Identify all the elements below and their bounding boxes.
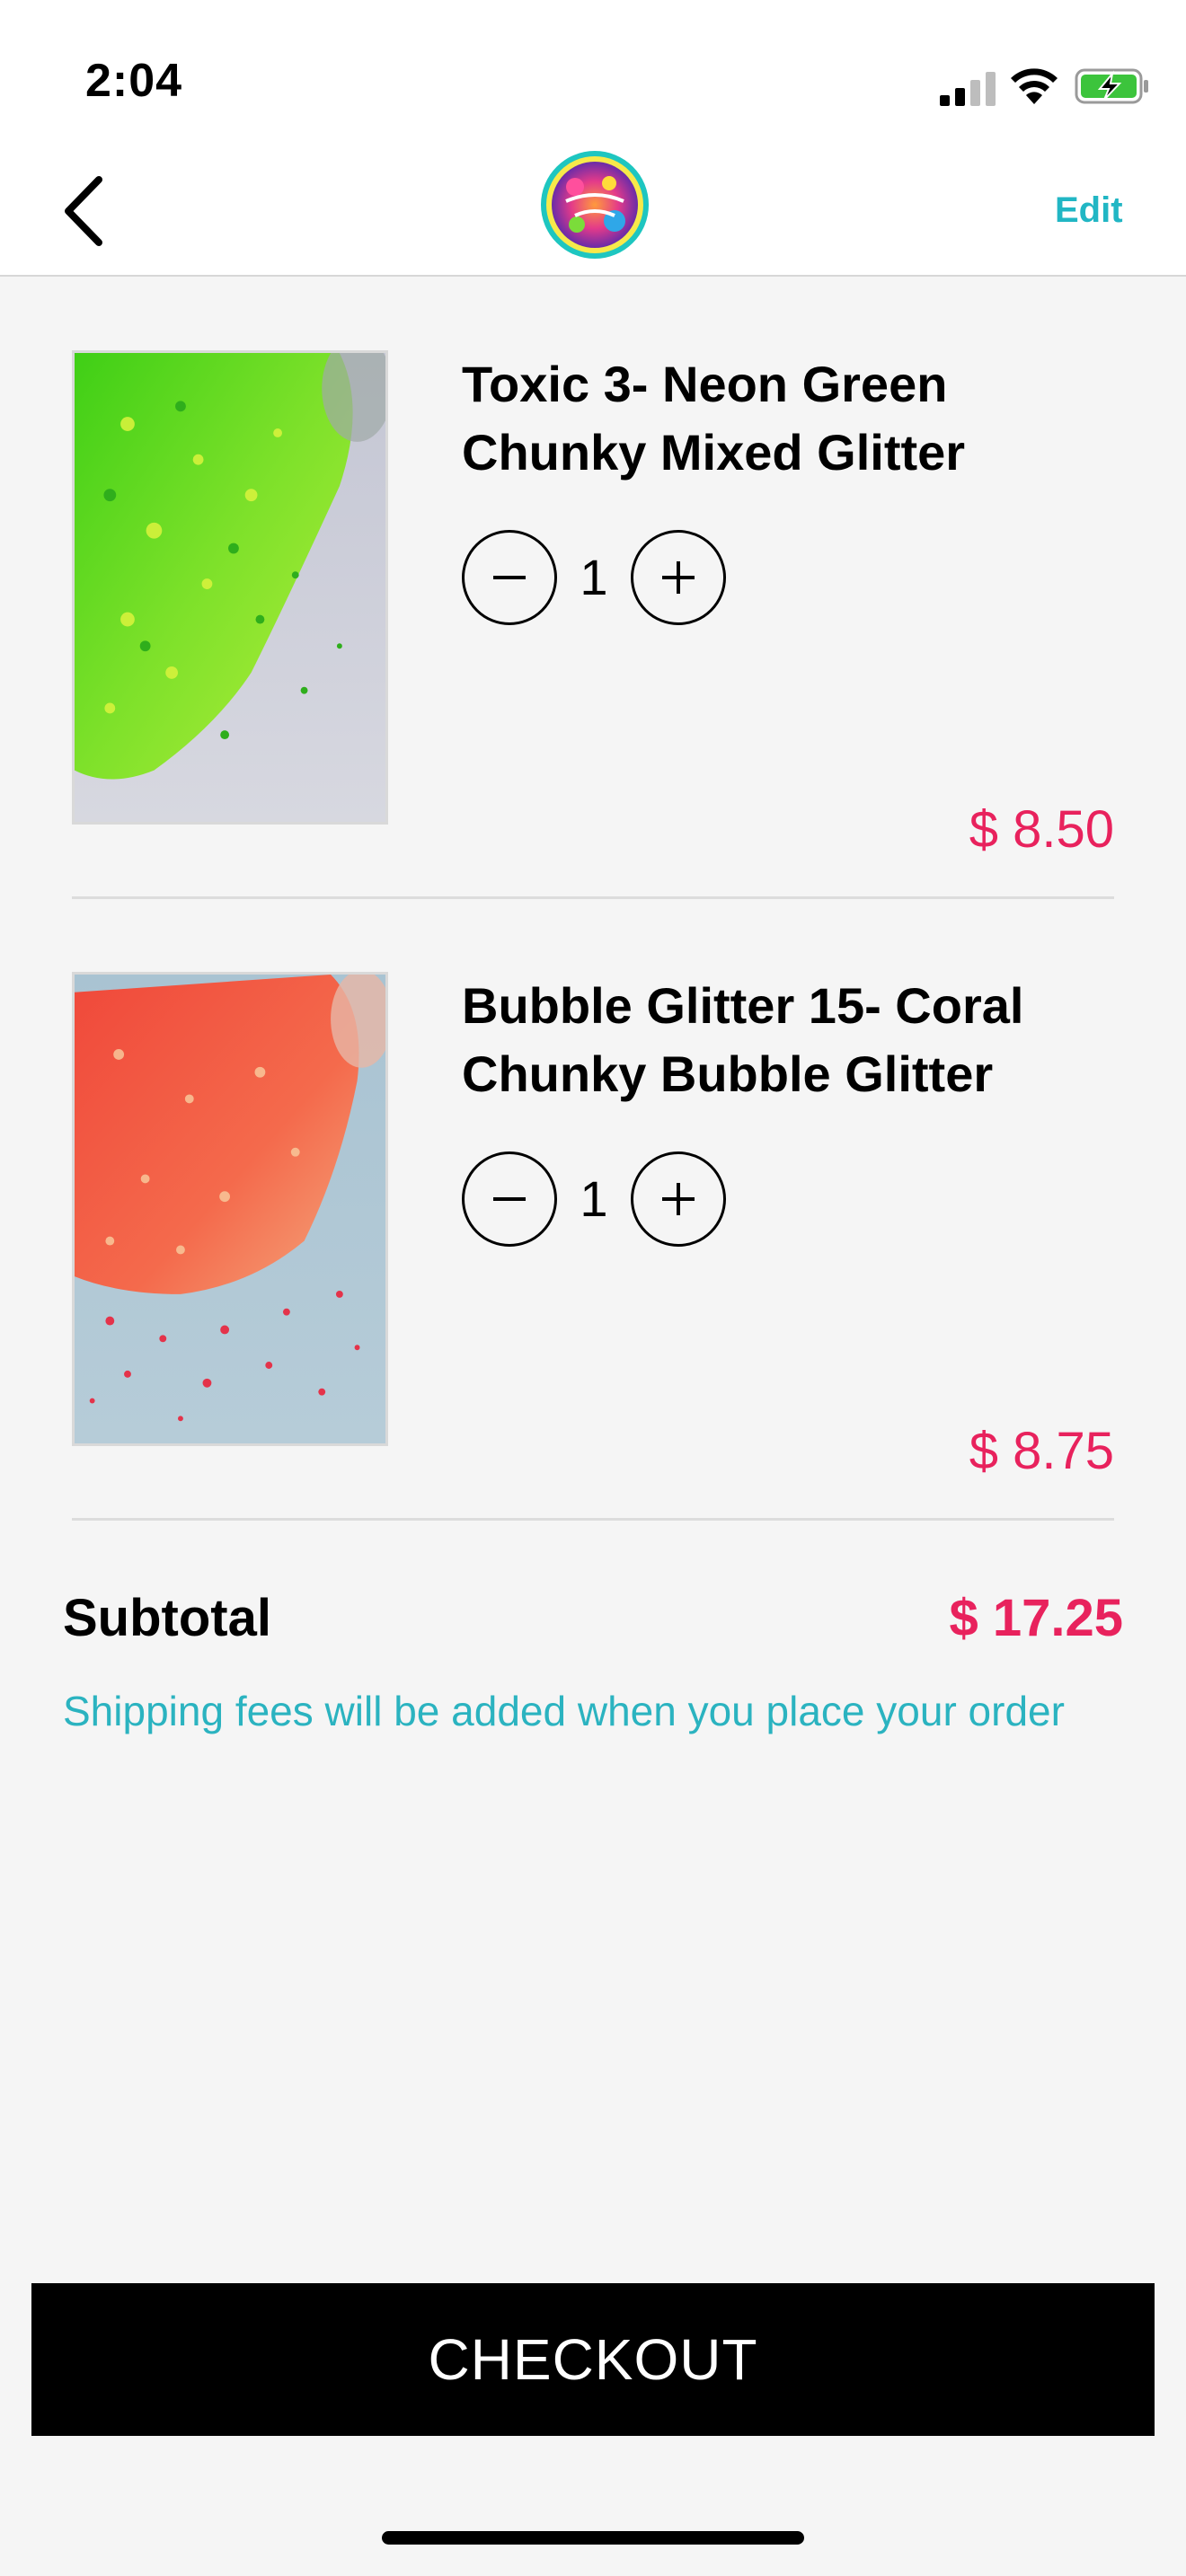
cellular-signal-icon xyxy=(940,72,996,106)
product-title-line: Bubble Glitter 15- Coral xyxy=(462,977,1024,1034)
decrease-quantity-button[interactable] xyxy=(462,1151,557,1247)
wifi-icon xyxy=(1011,68,1058,104)
store-logo[interactable] xyxy=(539,149,651,260)
status-bar: 2:04 xyxy=(0,0,1186,144)
minus-icon xyxy=(493,1197,526,1201)
status-time: 2:04 xyxy=(85,55,183,107)
quantity-value: 1 xyxy=(580,1170,608,1227)
item-price: $ 8.75 xyxy=(969,1422,1114,1480)
decrease-quantity-button[interactable] xyxy=(462,530,557,625)
increase-quantity-button[interactable] xyxy=(631,530,726,625)
nav-bar: Edit xyxy=(0,144,1186,277)
checkout-button[interactable]: CHECKOUT xyxy=(31,2283,1155,2436)
subtotal-label: Subtotal xyxy=(63,1589,271,1647)
product-thumbnail[interactable] xyxy=(72,350,388,825)
shipping-note: Shipping fees will be added when you pla… xyxy=(63,1688,1065,1734)
battery-charging-icon xyxy=(1075,68,1148,104)
product-thumbnail[interactable] xyxy=(72,972,388,1446)
quantity-stepper: 1 xyxy=(462,1151,749,1247)
increase-quantity-button[interactable] xyxy=(631,1151,726,1247)
back-chevron-icon[interactable] xyxy=(56,171,110,251)
plus-icon xyxy=(662,561,695,594)
quantity-value: 1 xyxy=(580,549,608,605)
product-title[interactable]: Toxic 3- Neon Green Chunky Mixed Glitter xyxy=(462,350,1091,487)
cart-item: Bubble Glitter 15- Coral Chunky Bubble G… xyxy=(72,972,1114,1521)
cart-item: Toxic 3- Neon Green Chunky Mixed Glitter… xyxy=(72,350,1114,899)
product-title-line: Chunky Bubble Glitter xyxy=(462,1045,994,1102)
edit-button[interactable]: Edit xyxy=(1055,190,1123,231)
cart-screen: 2:04 Edit Toxic 3- Neon Green Chunky Mix… xyxy=(0,0,1186,2576)
home-indicator xyxy=(382,2531,804,2545)
product-title-line: Toxic 3- Neon Green xyxy=(462,356,948,412)
minus-icon xyxy=(493,576,526,579)
product-title-line: Chunky Mixed Glitter xyxy=(462,424,966,481)
item-price: $ 8.50 xyxy=(969,800,1114,859)
plus-icon xyxy=(662,1183,695,1215)
quantity-stepper: 1 xyxy=(462,530,749,625)
product-title[interactable]: Bubble Glitter 15- Coral Chunky Bubble G… xyxy=(462,972,1091,1108)
divider xyxy=(72,896,1114,899)
divider xyxy=(72,1518,1114,1521)
subtotal-value: $ 17.25 xyxy=(949,1589,1123,1647)
